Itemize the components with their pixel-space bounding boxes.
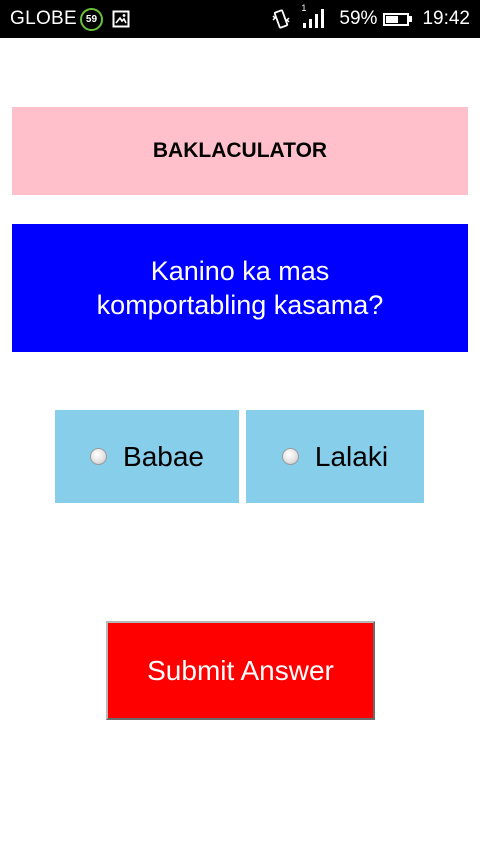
image-icon — [112, 10, 130, 28]
clock: 19:42 — [422, 8, 470, 29]
notification-badge: 59 — [79, 7, 103, 31]
battery-icon — [383, 12, 413, 26]
submit-answer-button[interactable]: Submit Answer — [106, 621, 375, 720]
option-lalaki[interactable]: Lalaki — [246, 410, 424, 503]
radio-lalaki-icon[interactable] — [281, 448, 299, 465]
question-panel: Kanino ka mas komportabling kasama? — [12, 224, 468, 352]
question-line-2: komportabling kasama? — [96, 290, 384, 320]
battery-level-fill — [386, 15, 399, 23]
status-bar: GLOBE 59 1 59% 19:42 — [0, 0, 480, 38]
option-babae[interactable]: Babae — [55, 410, 239, 503]
vibrate-icon — [271, 9, 291, 29]
option-lalaki-label: Lalaki — [314, 440, 389, 472]
signal-icon: 1 — [301, 3, 325, 29]
status-right: 1 59% 19:42 — [271, 3, 480, 30]
status-left: GLOBE 59 — [0, 7, 130, 31]
app-title: BAKLACULATOR — [12, 107, 468, 195]
battery-percent: 59% — [339, 8, 378, 29]
option-babae-label: Babae — [123, 440, 204, 472]
radio-babae-icon[interactable] — [90, 448, 108, 465]
question-line-1: Kanino ka mas — [150, 256, 330, 286]
carrier-name: GLOBE — [10, 8, 77, 29]
sim-number: 1 — [301, 3, 307, 13]
